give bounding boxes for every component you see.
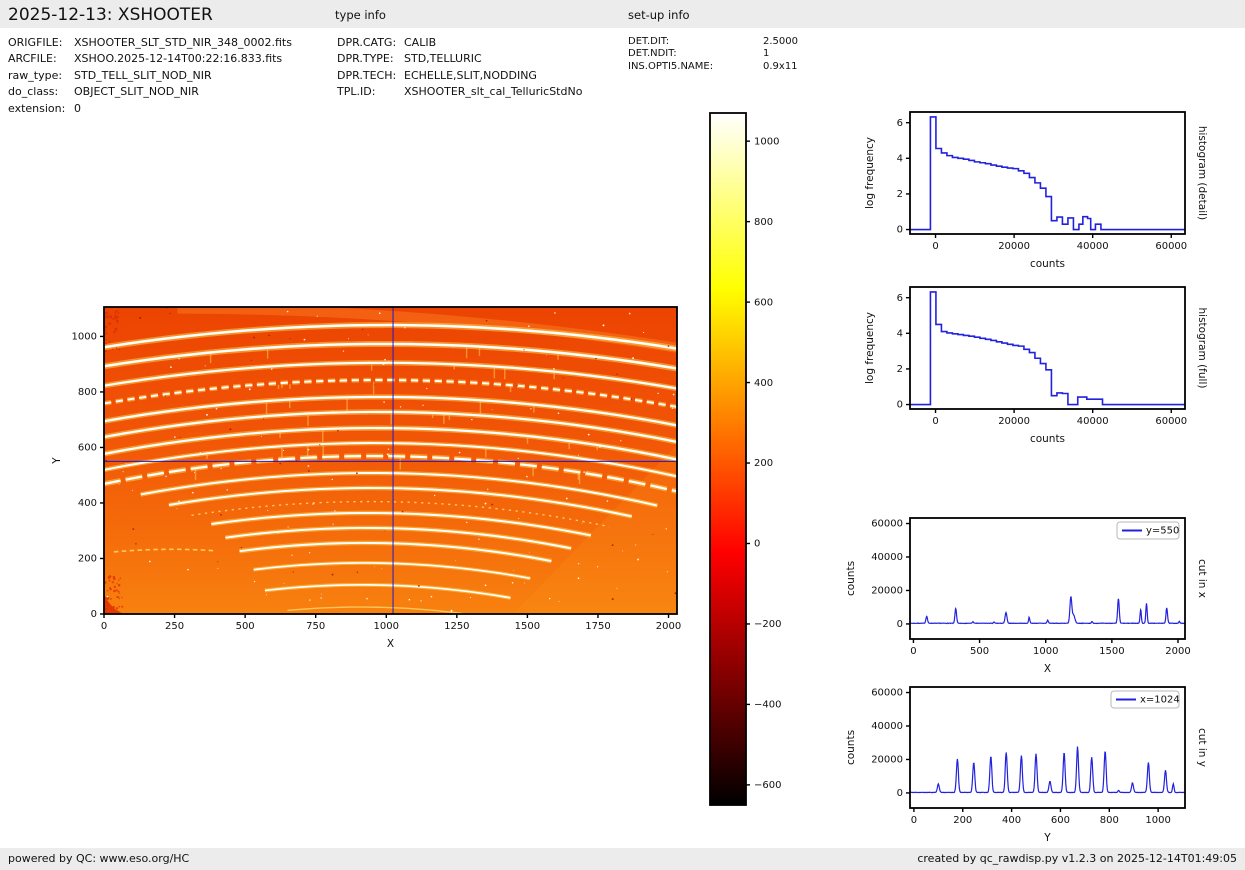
svg-text:0: 0 bbox=[910, 646, 916, 657]
svg-text:0: 0 bbox=[897, 400, 903, 411]
svg-text:−600: −600 bbox=[754, 780, 781, 791]
svg-text:40000: 40000 bbox=[1077, 241, 1109, 252]
svg-text:20000: 20000 bbox=[998, 416, 1030, 427]
svg-text:2000: 2000 bbox=[656, 621, 681, 632]
svg-text:1250: 1250 bbox=[444, 621, 469, 632]
cut-in-y-plot: 0 200 400 600 800 1000 0 20000 40000 60000 Ycounts… bbox=[845, 686, 1208, 844]
svg-text:250: 250 bbox=[165, 621, 184, 632]
footer-credit-left: powered by QC: www.eso.org/HC bbox=[8, 852, 190, 865]
svg-text:800: 800 bbox=[1100, 815, 1119, 826]
legend: x=1024 bbox=[1110, 690, 1180, 709]
svg-text:60000: 60000 bbox=[1155, 416, 1187, 427]
svg-text:1000: 1000 bbox=[374, 621, 399, 632]
svg-text:600: 600 bbox=[1051, 815, 1070, 826]
svg-text:2000: 2000 bbox=[1165, 646, 1190, 657]
svg-text:40000: 40000 bbox=[871, 552, 903, 563]
svg-text:20000: 20000 bbox=[998, 241, 1030, 252]
svg-text:2: 2 bbox=[897, 189, 903, 200]
svg-text:2: 2 bbox=[897, 364, 903, 375]
svg-text:0: 0 bbox=[932, 416, 938, 427]
svg-text:histogram (detail): histogram (detail) bbox=[1196, 126, 1208, 220]
svg-text:0: 0 bbox=[897, 619, 903, 630]
svg-text:4: 4 bbox=[897, 329, 903, 340]
svg-text:1500: 1500 bbox=[1099, 646, 1124, 657]
svg-text:200: 200 bbox=[78, 554, 97, 565]
svg-text:600: 600 bbox=[754, 297, 773, 308]
svg-text:X: X bbox=[1044, 663, 1051, 675]
svg-text:counts: counts bbox=[1030, 433, 1065, 445]
svg-text:0: 0 bbox=[101, 621, 107, 632]
svg-text:4: 4 bbox=[897, 154, 903, 165]
svg-text:60000: 60000 bbox=[871, 519, 903, 530]
svg-text:1000: 1000 bbox=[1145, 815, 1170, 826]
svg-text:400: 400 bbox=[754, 378, 773, 389]
svg-text:log frequency: log frequency bbox=[864, 312, 876, 384]
svg-text:−200: −200 bbox=[754, 619, 781, 630]
svg-text:40000: 40000 bbox=[1077, 416, 1109, 427]
svg-text:counts: counts bbox=[845, 730, 857, 765]
svg-text:800: 800 bbox=[754, 217, 773, 228]
svg-text:60000: 60000 bbox=[1155, 241, 1187, 252]
svg-text:log frequency: log frequency bbox=[864, 137, 876, 209]
svg-text:20000: 20000 bbox=[871, 755, 903, 766]
svg-text:0: 0 bbox=[897, 788, 903, 799]
svg-text:1000: 1000 bbox=[754, 136, 779, 147]
svg-text:400: 400 bbox=[78, 498, 97, 509]
svg-text:6: 6 bbox=[897, 293, 903, 304]
echelle-image bbox=[104, 307, 677, 614]
svg-text:0: 0 bbox=[911, 815, 917, 826]
svg-text:0: 0 bbox=[897, 225, 903, 236]
svg-text:histogram (full): histogram (full) bbox=[1196, 308, 1208, 389]
svg-text:counts: counts bbox=[845, 561, 857, 596]
plots-area: 0 250 500 750 1000 1250 1500 1750 2000 0 200 400 600… bbox=[0, 0, 1245, 870]
histogram-detail-plot: 0 20000 40000 60000 0 2 4 6 counts log frequency h… bbox=[864, 111, 1208, 270]
histogram-full-plot: 0 20000 40000 60000 0 2 4 6 counts log frequency h… bbox=[864, 286, 1208, 445]
svg-text:200: 200 bbox=[953, 815, 972, 826]
svg-text:800: 800 bbox=[78, 387, 97, 398]
svg-text:X: X bbox=[387, 638, 394, 650]
svg-text:40000: 40000 bbox=[871, 721, 903, 732]
svg-text:1000: 1000 bbox=[72, 332, 97, 343]
svg-text:200: 200 bbox=[754, 458, 773, 469]
svg-text:600: 600 bbox=[78, 443, 97, 454]
svg-text:Y: Y bbox=[51, 457, 63, 465]
svg-text:60000: 60000 bbox=[871, 688, 903, 699]
svg-text:1000: 1000 bbox=[1033, 646, 1058, 657]
svg-text:500: 500 bbox=[970, 646, 989, 657]
svg-text:400: 400 bbox=[1002, 815, 1021, 826]
svg-text:counts: counts bbox=[1030, 258, 1065, 270]
svg-text:−400: −400 bbox=[754, 700, 781, 711]
svg-text:20000: 20000 bbox=[871, 586, 903, 597]
svg-text:Y: Y bbox=[1043, 832, 1051, 844]
svg-text:500: 500 bbox=[236, 621, 255, 632]
colorbar: 1000 800 600 400 200 0 −200 −400 −600 bbox=[709, 112, 781, 806]
svg-text:6: 6 bbox=[897, 118, 903, 129]
svg-text:cut in x: cut in x bbox=[1196, 559, 1208, 598]
svg-text:y=550: y=550 bbox=[1146, 526, 1179, 537]
svg-text:0: 0 bbox=[91, 609, 97, 620]
svg-text:0: 0 bbox=[932, 241, 938, 252]
svg-text:1750: 1750 bbox=[585, 621, 610, 632]
main-image-plot: 0 250 500 750 1000 1250 1500 1750 2000 0 200 400 600… bbox=[51, 306, 681, 650]
footer-credit-right: created by qc_rawdisp.py v1.2.3 on 2025-… bbox=[917, 852, 1237, 865]
svg-text:750: 750 bbox=[306, 621, 325, 632]
qc-report-page: 2025-12-13: XSHOOTER type info set-up in… bbox=[0, 0, 1245, 870]
svg-text:x=1024: x=1024 bbox=[1140, 695, 1180, 706]
cut-in-x-plot: 0 500 1000 1500 20000200004000060000Xcounts c… bbox=[845, 517, 1208, 675]
legend: y=550 bbox=[1116, 521, 1180, 540]
svg-text:0: 0 bbox=[754, 539, 760, 550]
svg-text:1500: 1500 bbox=[515, 621, 540, 632]
svg-text:cut in y: cut in y bbox=[1196, 728, 1208, 767]
